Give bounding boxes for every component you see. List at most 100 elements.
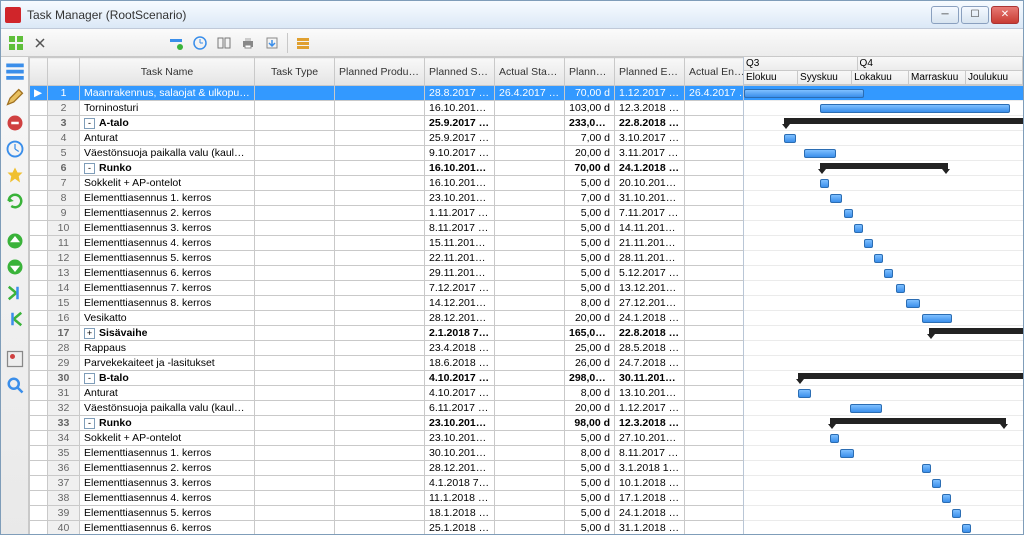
task-row[interactable]: 14 Elementtiasennus 7. kerros 7.12.2017 … [30, 281, 745, 296]
expand-icon[interactable]: - [84, 118, 95, 129]
sidebar-delete-icon[interactable] [5, 113, 25, 133]
gantt-bar[interactable] [830, 418, 1006, 424]
task-row[interactable]: 36 Elementtiasennus 2. kerros 28.12.2017… [30, 461, 745, 476]
close-button[interactable]: ✕ [991, 6, 1019, 24]
col-type[interactable]: Task Type [255, 58, 335, 86]
gantt-bar[interactable] [840, 449, 854, 458]
task-row[interactable]: 4 Anturat 25.9.2017 7:00 7,00 d 3.10.201… [30, 131, 745, 146]
expand-icon[interactable]: - [84, 418, 95, 429]
task-row[interactable]: 3 -A-talo 25.9.2017 7:00 233,00 d 22.8.2… [30, 116, 745, 131]
task-row[interactable]: 2 Torninosturi 16.10.2017 7:00 103,00 d … [30, 101, 745, 116]
task-row[interactable]: 16 Vesikatto 28.12.2017 7:00 20,00 d 24.… [30, 311, 745, 326]
gantt-bar[interactable] [844, 209, 853, 218]
task-row[interactable]: 40 Elementtiasennus 6. kerros 25.1.2018 … [30, 521, 745, 535]
gantt-bar[interactable] [896, 284, 905, 293]
expand-icon[interactable]: + [84, 328, 95, 339]
gantt-row[interactable] [744, 206, 1023, 221]
expand-icon[interactable]: - [84, 373, 95, 384]
task-row[interactable]: 31 Anturat 4.10.2017 7:00 8,00 d 13.10.2… [30, 386, 745, 401]
gantt-bar[interactable] [874, 254, 883, 263]
gantt-bar[interactable] [744, 89, 864, 98]
sidebar-filter-icon[interactable] [5, 349, 25, 369]
col-aend[interactable]: Actual End Date [685, 58, 745, 86]
task-row[interactable]: 30 -B-talo 4.10.2017 7:00 298,00 d 30.11… [30, 371, 745, 386]
expand-icon[interactable]: - [84, 163, 95, 174]
gantt-bar[interactable] [906, 299, 920, 308]
gantt-row[interactable] [744, 461, 1023, 476]
gantt-row[interactable] [744, 341, 1023, 356]
col-dur[interactable]: Planned Duration [565, 58, 615, 86]
sidebar-favorite-icon[interactable] [5, 165, 25, 185]
gantt-row[interactable] [744, 266, 1023, 281]
gantt-row[interactable] [744, 521, 1023, 534]
gantt-row[interactable] [744, 386, 1023, 401]
gantt-row[interactable] [744, 176, 1023, 191]
gantt-bar[interactable] [884, 269, 893, 278]
gantt-bar[interactable] [820, 179, 829, 188]
gantt-row[interactable] [744, 311, 1023, 326]
gantt-row[interactable] [744, 161, 1023, 176]
task-row[interactable]: 8 Elementtiasennus 1. kerros 23.10.2017 … [30, 191, 745, 206]
sidebar-outdent-icon[interactable] [5, 309, 25, 329]
split-button[interactable] [213, 32, 235, 54]
gantt-row[interactable] [744, 431, 1023, 446]
gantt-row[interactable] [744, 476, 1023, 491]
gantt-bar[interactable] [820, 104, 1010, 113]
task-row[interactable]: 12 Elementtiasennus 5. kerros 22.11.2017… [30, 251, 745, 266]
task-grid[interactable]: Task NameTask TypePlanned Production Rat… [29, 57, 744, 534]
gantt-row[interactable] [744, 356, 1023, 371]
gantt-bar[interactable] [952, 509, 961, 518]
sidebar-down-icon[interactable] [5, 257, 25, 277]
col-name[interactable]: Task Name [80, 58, 255, 86]
close-tab-button[interactable] [29, 32, 51, 54]
gantt-row[interactable] [744, 86, 1023, 101]
gantt-row[interactable] [744, 146, 1023, 161]
gantt-bar[interactable] [830, 194, 842, 203]
row-number-header[interactable] [48, 58, 80, 86]
gantt-row[interactable] [744, 491, 1023, 506]
gantt-row[interactable] [744, 101, 1023, 116]
gantt-row[interactable] [744, 251, 1023, 266]
task-row[interactable]: 17 +Sisävaihe 2.1.2018 7:00 165,00 d 22.… [30, 326, 745, 341]
gantt-bar[interactable] [798, 389, 811, 398]
task-row[interactable]: 29 Parvekekaiteet ja -lasitukset 18.6.20… [30, 356, 745, 371]
task-row[interactable]: 38 Elementtiasennus 4. kerros 11.1.2018 … [30, 491, 745, 506]
task-row[interactable]: 32 Väestönsuoja paikalla valu (kaulat, l… [30, 401, 745, 416]
task-row[interactable]: 37 Elementtiasennus 3. kerros 4.1.2018 7… [30, 476, 745, 491]
task-row[interactable]: 28 Rappaus 23.4.2018 7:00 25,00 d 28.5.2… [30, 341, 745, 356]
col-prodrate[interactable]: Planned Production Rate [335, 58, 425, 86]
gantt-row[interactable] [744, 221, 1023, 236]
col-astart[interactable]: Actual Start Date [495, 58, 565, 86]
task-row[interactable]: 7 Sokkelit + AP-ontelot 16.10.2017 7:00 … [30, 176, 745, 191]
gantt-bar[interactable] [854, 224, 863, 233]
gantt-bar[interactable] [922, 314, 952, 323]
gantt-bar[interactable] [864, 239, 873, 248]
sidebar-time-icon[interactable] [5, 139, 25, 159]
gantt-row[interactable] [744, 401, 1023, 416]
gantt-chart[interactable]: Q3Q4 ElokuuSyyskuuLokakuuMarraskuuJouluk… [744, 57, 1023, 534]
sidebar-refresh-icon[interactable] [5, 191, 25, 211]
col-pstart[interactable]: Planned Start Date [425, 58, 495, 86]
gantt-row[interactable] [744, 416, 1023, 431]
task-row[interactable]: 10 Elementtiasennus 3. kerros 8.11.2017 … [30, 221, 745, 236]
gantt-row[interactable] [744, 116, 1023, 131]
gantt-bar[interactable] [922, 464, 931, 473]
export-button[interactable] [261, 32, 283, 54]
gantt-bar[interactable] [962, 524, 971, 533]
gantt-bar[interactable] [929, 328, 1023, 334]
task-row[interactable]: 33 -Runko 23.10.2017 7:00 98,00 d 12.3.2… [30, 416, 745, 431]
gantt-row[interactable] [744, 506, 1023, 521]
task-row[interactable]: 6 -Runko 16.10.2017 7:00 70,00 d 24.1.20… [30, 161, 745, 176]
schedule-button[interactable] [189, 32, 211, 54]
gantt-row[interactable] [744, 371, 1023, 386]
gantt-row[interactable] [744, 191, 1023, 206]
task-row[interactable]: 34 Sokkelit + AP-ontelot 23.10.2017 7:00… [30, 431, 745, 446]
view-grid-button[interactable] [5, 32, 27, 54]
maximize-button[interactable]: ☐ [961, 6, 989, 24]
settings-button[interactable] [292, 32, 314, 54]
sidebar-edit-icon[interactable] [5, 87, 25, 107]
task-row[interactable]: 39 Elementtiasennus 5. kerros 18.1.2018 … [30, 506, 745, 521]
minimize-button[interactable]: ─ [931, 6, 959, 24]
gantt-row[interactable] [744, 296, 1023, 311]
gantt-row[interactable] [744, 131, 1023, 146]
